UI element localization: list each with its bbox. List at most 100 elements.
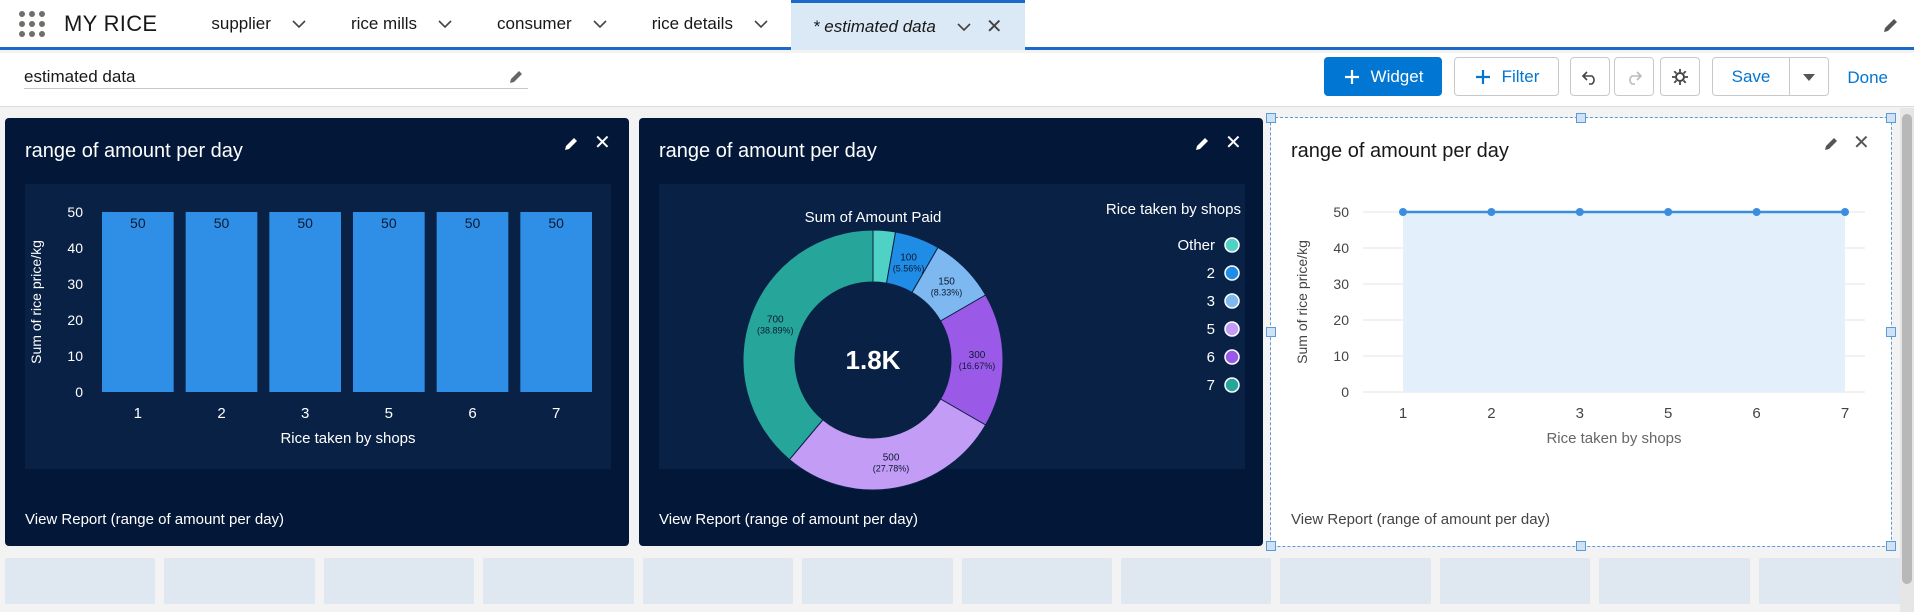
- x-tick-label: 2: [1487, 405, 1495, 422]
- data-point: [1664, 208, 1673, 216]
- data-point: [1399, 208, 1407, 216]
- dashboard-title-field[interactable]: estimated data: [24, 63, 528, 89]
- edit-widget-icon[interactable]: [563, 136, 579, 152]
- resize-handle[interactable]: [1266, 113, 1276, 123]
- bar-chart: 0 10 20 30 40 50 Sum of rice price/kg Rice take…: [25, 184, 611, 469]
- legend-swatch: [1224, 293, 1240, 309]
- grid-placeholder: [483, 558, 634, 604]
- chevron-down-icon[interactable]: [437, 16, 453, 32]
- scrollbar-thumb[interactable]: [1902, 114, 1912, 584]
- line-chart-widget[interactable]: range of amount per day ✕ 0 10 20 30 40 50 Sum…: [1266, 113, 1896, 551]
- slice-value-label: 500: [883, 452, 900, 463]
- grid-placeholder: [323, 558, 475, 604]
- resize-handle[interactable]: [1886, 327, 1896, 337]
- edit-widget-icon[interactable]: [1823, 136, 1839, 152]
- close-tab-icon[interactable]: ✕: [986, 14, 1003, 39]
- resize-handle[interactable]: [1266, 327, 1276, 337]
- tab-estimated-data[interactable]: * estimated data ✕: [790, 0, 1025, 50]
- x-tick-label: 2: [217, 405, 225, 422]
- chevron-down-icon[interactable]: [956, 19, 972, 35]
- bar-data-label: 50: [130, 215, 146, 231]
- donut-chart-widget[interactable]: range of amount per day ✕ Sum of Amount …: [639, 118, 1263, 546]
- x-tick-label: 1: [134, 405, 142, 422]
- x-tick-label: 7: [1841, 405, 1849, 422]
- view-report-link[interactable]: View Report (range of amount per day): [659, 511, 918, 528]
- x-axis-label: Rice taken by shops: [1546, 430, 1681, 447]
- legend-swatch: [1224, 237, 1240, 253]
- resize-handle[interactable]: [1886, 541, 1896, 551]
- edit-nav-pencil-icon[interactable]: [1882, 16, 1900, 34]
- grid-placeholder: [1439, 558, 1591, 604]
- bar: [102, 212, 174, 392]
- x-tick-label: 5: [385, 405, 393, 422]
- resize-handle[interactable]: [1266, 541, 1276, 551]
- gear-icon: [1672, 68, 1688, 85]
- bar-data-label: 50: [214, 215, 230, 231]
- undo-button[interactable]: [1570, 57, 1610, 96]
- y-tick-label: 50: [1333, 204, 1349, 220]
- edit-widget-icon[interactable]: [1194, 136, 1210, 152]
- caret-down-icon: [1803, 73, 1815, 81]
- view-report-link[interactable]: View Report (range of amount per day): [1291, 511, 1550, 528]
- tab-consumer[interactable]: consumer: [475, 0, 630, 47]
- pencil-icon[interactable]: [508, 69, 524, 85]
- tab-rice-details[interactable]: rice details: [630, 0, 791, 47]
- tab-supplier[interactable]: supplier: [189, 0, 329, 47]
- slice-value-label: 150: [938, 276, 955, 287]
- x-tick-label: 6: [1752, 405, 1760, 422]
- view-report-link[interactable]: View Report (range of amount per day): [25, 511, 284, 528]
- bar-chart-widget[interactable]: range of amount per day ✕ 0 10 20 30 40 50 Sum…: [5, 118, 629, 546]
- bar: [436, 212, 509, 392]
- legend-swatch: [1224, 265, 1240, 281]
- legend-swatch: [1224, 349, 1240, 365]
- bar-data-label: 50: [548, 215, 564, 231]
- x-tick-label: 5: [1664, 405, 1672, 422]
- legend-label: 3: [1207, 293, 1215, 310]
- bar-data-label: 50: [465, 215, 481, 231]
- save-button[interactable]: Save: [1712, 57, 1790, 96]
- resize-handle[interactable]: [1576, 113, 1586, 123]
- legend-swatch: [1224, 377, 1240, 393]
- waffle-icon: [19, 10, 45, 37]
- vertical-scrollbar[interactable]: [1900, 108, 1914, 612]
- legend-label: 7: [1207, 377, 1215, 394]
- redo-button[interactable]: [1614, 57, 1654, 96]
- add-filter-button[interactable]: Filter: [1454, 57, 1559, 96]
- chevron-down-icon[interactable]: [753, 16, 769, 32]
- filter-button-label: Filter: [1501, 66, 1540, 86]
- chevron-down-icon[interactable]: [291, 16, 307, 32]
- y-tick-label: 20: [67, 312, 83, 328]
- widget-title: range of amount per day: [25, 140, 243, 162]
- grid-placeholder: [1599, 558, 1750, 604]
- bar-data-label: 50: [297, 215, 313, 231]
- slice-value-label: 300: [969, 350, 986, 361]
- x-axis-label: Rice taken by shops: [280, 430, 415, 447]
- y-axis-label: Sum of rice price/kg: [1294, 240, 1310, 364]
- legend-label: 2: [1207, 265, 1215, 282]
- close-widget-icon[interactable]: ✕: [1225, 133, 1242, 153]
- tab-label: consumer: [497, 13, 572, 33]
- legend-title: Rice taken by shops: [1106, 201, 1241, 218]
- y-tick-label: 40: [1333, 240, 1349, 256]
- app-launcher-button[interactable]: [0, 0, 64, 47]
- resize-handle[interactable]: [1576, 541, 1586, 551]
- done-button[interactable]: Done: [1847, 68, 1888, 88]
- legend-label: 6: [1207, 349, 1215, 366]
- chevron-down-icon[interactable]: [592, 16, 608, 32]
- add-widget-button[interactable]: Widget: [1324, 57, 1442, 96]
- legend-label: 5: [1207, 321, 1215, 338]
- grid-placeholder: [164, 558, 315, 604]
- slice-percent-label: (38.89%): [757, 325, 794, 335]
- save-menu-button[interactable]: [1789, 57, 1829, 96]
- widget-button-label: Widget: [1370, 66, 1424, 86]
- bar-data-label: 50: [381, 215, 397, 231]
- close-widget-icon[interactable]: ✕: [594, 133, 611, 153]
- resize-handle[interactable]: [1886, 113, 1896, 123]
- y-tick-label: 0: [1341, 384, 1349, 400]
- tab-rice-mills[interactable]: rice mills: [329, 0, 475, 47]
- settings-button[interactable]: [1660, 57, 1700, 96]
- widget-title: range of amount per day: [659, 140, 877, 162]
- slice-value-label: 700: [767, 314, 784, 325]
- app-name: MY RICE: [64, 10, 158, 36]
- close-widget-icon[interactable]: ✕: [1853, 133, 1870, 153]
